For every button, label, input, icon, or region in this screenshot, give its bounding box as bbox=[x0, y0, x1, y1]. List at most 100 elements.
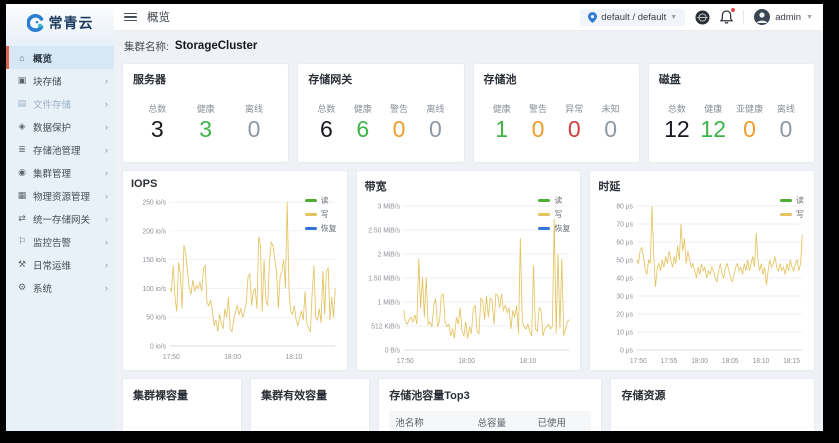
stat-健康: 健康12 bbox=[695, 102, 731, 141]
sidebar: 常青云 ⌂ 概览 ▣块存储› ▤ 文件存储 › ◈数据保护›≣存储池管理› ◉ 集群管理 › ▦物理… bbox=[6, 4, 114, 431]
stat-card-title: 存储网关 bbox=[308, 71, 453, 87]
sidebar-item-unified-gateway[interactable]: ⇄统一存储网关› bbox=[6, 207, 114, 230]
top-header: 概览 default / default ▼ bbox=[114, 4, 823, 31]
stat-健康: 健康3 bbox=[181, 102, 229, 141]
svg-text:18:15: 18:15 bbox=[783, 358, 800, 365]
sidebar-item-label: 概览 bbox=[33, 51, 108, 65]
region-selector[interactable]: default / default ▼ bbox=[580, 9, 685, 26]
legend-item-恢复[interactable]: 恢复 bbox=[305, 223, 337, 234]
legend-label: 读 bbox=[796, 195, 804, 206]
stat-card-pools: 存储池健康1警告0异常0未知0 bbox=[473, 63, 640, 163]
legend-label: 恢复 bbox=[321, 223, 337, 234]
chart-title: 时延 bbox=[598, 178, 810, 194]
data-protection-icon: ◈ bbox=[16, 121, 28, 132]
legend-swatch bbox=[780, 199, 792, 202]
stat-card-title: 磁盘 bbox=[659, 71, 804, 87]
legend-item-读[interactable]: 读 bbox=[780, 195, 804, 206]
stat-card-row: 服务器总数3健康3离线0存储网关总数6健康6警告0离线0存储池健康1警告0异常0… bbox=[122, 63, 815, 163]
stat-健康: 健康1 bbox=[484, 102, 520, 141]
sidebar-item-label: 文件存储 bbox=[33, 97, 105, 111]
raw-capacity-card: 集群裸容量 bbox=[122, 378, 242, 431]
sidebar-collapse-icon[interactable] bbox=[124, 13, 137, 22]
svg-text:20 µs: 20 µs bbox=[617, 311, 634, 318]
globe-icon[interactable] bbox=[695, 10, 710, 25]
avatar bbox=[754, 9, 770, 25]
content: 服务器总数3健康3离线0存储网关总数6健康6警告0离线0存储池健康1警告0异常0… bbox=[114, 61, 823, 431]
stat-label: 健康 bbox=[345, 102, 381, 115]
location-pin-icon bbox=[588, 12, 597, 23]
app-window: 常青云 ⌂ 概览 ▣块存储› ▤ 文件存储 › ◈数据保护›≣存储池管理› ◉ 集群管理 › ▦物理… bbox=[6, 4, 823, 431]
svg-text:100 io/s: 100 io/s bbox=[142, 286, 166, 293]
legend-swatch bbox=[538, 213, 550, 216]
stat-card-gateways: 存储网关总数6健康6警告0离线0 bbox=[297, 63, 464, 163]
stat-未知: 未知0 bbox=[592, 102, 628, 141]
logo-text: 常青云 bbox=[49, 13, 94, 33]
svg-text:1.50 MiB/s: 1.50 MiB/s bbox=[368, 275, 400, 282]
notification-bell-icon[interactable] bbox=[720, 10, 733, 24]
stat-value: 3 bbox=[133, 118, 181, 141]
notification-badge bbox=[731, 8, 735, 12]
stat-label: 警告 bbox=[381, 102, 417, 115]
logo: 常青云 bbox=[6, 4, 114, 42]
svg-text:1 MiB/s: 1 MiB/s bbox=[377, 299, 400, 306]
sidebar-item-storage-pool-mgmt[interactable]: ≣存储池管理› bbox=[6, 138, 114, 161]
sidebar-item-data-protection[interactable]: ◈数据保护› bbox=[6, 115, 114, 138]
sidebar-item-system[interactable]: ⚙系统› bbox=[6, 276, 114, 299]
legend-swatch bbox=[538, 227, 550, 230]
breadcrumb: 概览 bbox=[147, 9, 170, 25]
file-storage-icon: ▤ bbox=[16, 98, 28, 109]
legend-item-写[interactable]: 写 bbox=[538, 209, 570, 220]
stat-value: 12 bbox=[695, 118, 731, 141]
chart-legend: 读写恢复 bbox=[305, 195, 337, 234]
sidebar-item-cluster-mgmt[interactable]: ◉集群管理› bbox=[6, 161, 114, 184]
sidebar-item-daily-ops[interactable]: ⚒日常运维› bbox=[6, 253, 114, 276]
stat-总数: 总数 12 bbox=[659, 102, 695, 141]
legend-item-写[interactable]: 写 bbox=[305, 209, 337, 220]
stat-value: 0 bbox=[417, 118, 453, 141]
stat-总数: 总数3 bbox=[133, 102, 181, 141]
sidebar-item-block-storage[interactable]: ▣块存储› bbox=[6, 69, 114, 92]
pool-top3-table: 池名称总容量已使用 StoragePool43.7 TiB3.20 TiB bbox=[389, 411, 591, 431]
stat-label: 总数 bbox=[308, 102, 344, 115]
legend-item-恢复[interactable]: 恢复 bbox=[538, 223, 570, 234]
legend-swatch bbox=[538, 199, 550, 202]
svg-text:17:50: 17:50 bbox=[630, 358, 647, 365]
svg-text:40 µs: 40 µs bbox=[617, 275, 634, 282]
stat-value: 12 bbox=[659, 118, 695, 141]
sidebar-item-monitoring-alert[interactable]: ⚐监控告警› bbox=[6, 230, 114, 253]
effective-capacity-card: 集群有效容量 bbox=[250, 378, 370, 431]
cluster-icon: ◉ bbox=[16, 167, 28, 178]
svg-text:18:10: 18:10 bbox=[519, 358, 536, 365]
username: admin bbox=[775, 12, 801, 23]
sidebar-item-label: 集群管理 bbox=[33, 166, 105, 180]
legend-item-写[interactable]: 写 bbox=[780, 209, 804, 220]
stat-value: 1 bbox=[484, 118, 520, 141]
sidebar-item-label: 块存储 bbox=[33, 74, 105, 88]
pool-table-header: 池名称总容量已使用 bbox=[389, 411, 591, 431]
legend-item-读[interactable]: 读 bbox=[538, 195, 570, 206]
brand-logo-icon bbox=[27, 14, 45, 32]
chevron-right-icon: › bbox=[105, 283, 108, 293]
svg-text:150 io/s: 150 io/s bbox=[142, 257, 166, 264]
legend-item-读[interactable]: 读 bbox=[305, 195, 337, 206]
stat-value: 0 bbox=[520, 118, 556, 141]
home-icon: ⌂ bbox=[16, 53, 28, 63]
svg-text:60 µs: 60 µs bbox=[617, 239, 634, 246]
chart-row: IOPS读写恢复0 io/s50 io/s100 io/s150 io/s200… bbox=[122, 170, 815, 371]
sidebar-item-label: 日常运维 bbox=[33, 258, 105, 272]
sidebar-item-overview[interactable]: ⌂ 概览 bbox=[6, 46, 114, 69]
stat-label: 总数 bbox=[659, 102, 695, 115]
pool-top3-title: 存储池容量Top3 bbox=[389, 387, 591, 403]
gateway-icon: ⇄ bbox=[16, 213, 28, 224]
sidebar-item-file-storage[interactable]: ▤文件存储› bbox=[6, 92, 114, 115]
user-menu[interactable]: admin ▼ bbox=[754, 9, 813, 25]
stat-label: 亚健康 bbox=[731, 102, 767, 115]
sidebar-item-physical-resource-mgmt[interactable]: ▦物理资源管理› bbox=[6, 184, 114, 207]
stat-label: 异常 bbox=[556, 102, 592, 115]
svg-text:17:55: 17:55 bbox=[661, 358, 678, 365]
stat-label: 未知 bbox=[592, 102, 628, 115]
stat-离线: 离线0 bbox=[230, 102, 278, 141]
chart-card-latency: 时延读写0 µs10 µs20 µs30 µs40 µs50 µs60 µs70… bbox=[589, 170, 815, 371]
chevron-right-icon: › bbox=[105, 76, 108, 86]
cluster-name-label: 集群名称: bbox=[124, 39, 169, 54]
